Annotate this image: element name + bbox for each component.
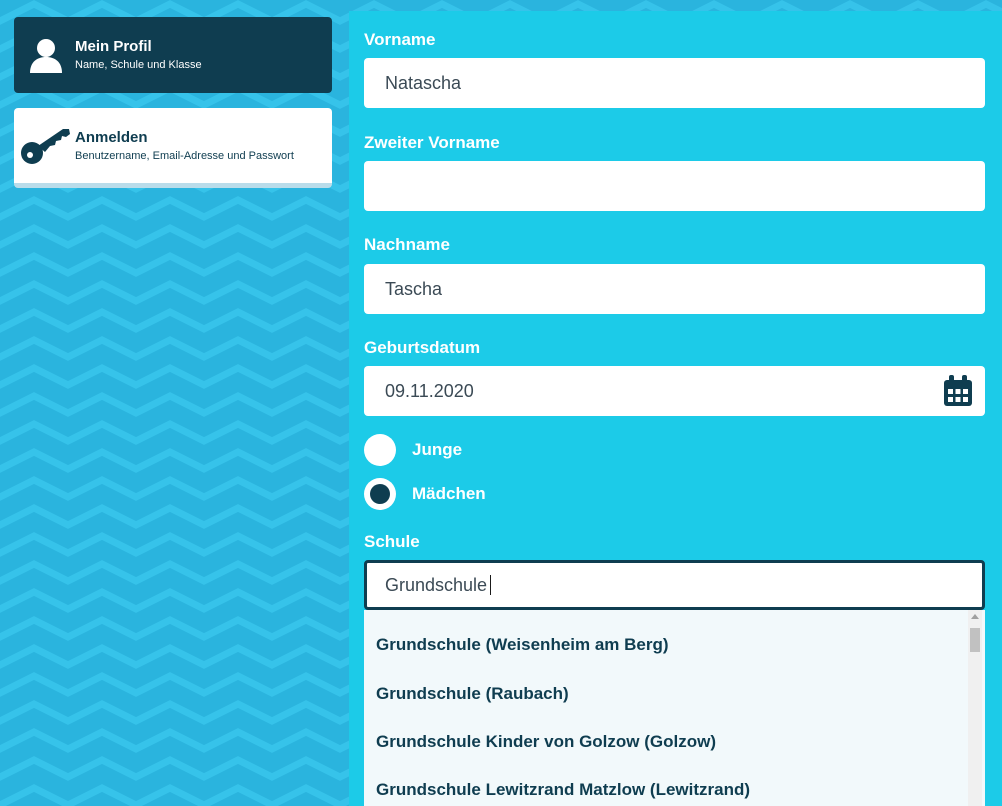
- gender-option-junge[interactable]: Junge: [364, 434, 462, 466]
- gender-option-maedchen[interactable]: Mädchen: [364, 478, 486, 510]
- radio-button-selected[interactable]: [364, 478, 396, 510]
- first-name-field[interactable]: [364, 58, 985, 108]
- first-name-label: Vorname: [364, 30, 436, 49]
- school-suggestion-item[interactable]: Grundschule Kinder von Golzow (Golzow): [376, 732, 716, 752]
- calendar-button[interactable]: [940, 373, 976, 409]
- scroll-thumb[interactable]: [970, 628, 980, 652]
- school-search-input[interactable]: [364, 560, 985, 610]
- last-name-field[interactable]: [364, 264, 985, 314]
- birthdate-field[interactable]: [364, 366, 985, 416]
- user-icon: [18, 37, 74, 73]
- sidebar-item-mein-profil[interactable]: Mein Profil Name, Schule und Klasse: [14, 17, 332, 93]
- school-suggestion-item[interactable]: Grundschule (Raubach): [376, 684, 569, 704]
- profile-form-panel: Vorname Zweiter Vorname Nachname Geburts…: [349, 11, 1002, 806]
- sidebar-item-subtitle: Benutzername, Email-Adresse und Passwort: [75, 149, 294, 162]
- school-suggestions-dropdown: Grundschule (Weisenheim am Berg) Grundsc…: [364, 610, 985, 806]
- gender-option-label: Mädchen: [412, 484, 486, 503]
- radio-button-unselected[interactable]: [364, 434, 396, 466]
- dropdown-scrollbar[interactable]: [968, 610, 982, 806]
- school-suggestion-item[interactable]: Grundschule Lewitzrand Matzlow (Lewitzra…: [376, 780, 750, 800]
- school-suggestion-item[interactable]: Grundschule (Weisenheim am Berg): [376, 635, 669, 655]
- sidebar-item-title: Mein Profil: [75, 38, 152, 55]
- gender-option-label: Junge: [412, 440, 463, 459]
- sidebar-item-subtitle: Name, Schule und Klasse: [75, 59, 202, 71]
- school-label: Schule: [364, 532, 420, 551]
- sidebar-item-title: Anmelden: [75, 128, 148, 146]
- birthdate-label: Geburtsdatum: [364, 338, 481, 357]
- scroll-up-arrow-icon[interactable]: [971, 614, 979, 619]
- last-name-label: Nachname: [364, 235, 450, 254]
- radio-dot: [370, 484, 390, 504]
- middle-name-field[interactable]: [364, 161, 985, 211]
- middle-name-label: Zweiter Vorname: [364, 133, 500, 152]
- calendar-icon: [944, 375, 972, 406]
- text-cursor: [490, 575, 491, 595]
- key-icon: [18, 126, 74, 166]
- sidebar-item-anmelden[interactable]: Anmelden Benutzername, Email-Adresse und…: [14, 108, 332, 188]
